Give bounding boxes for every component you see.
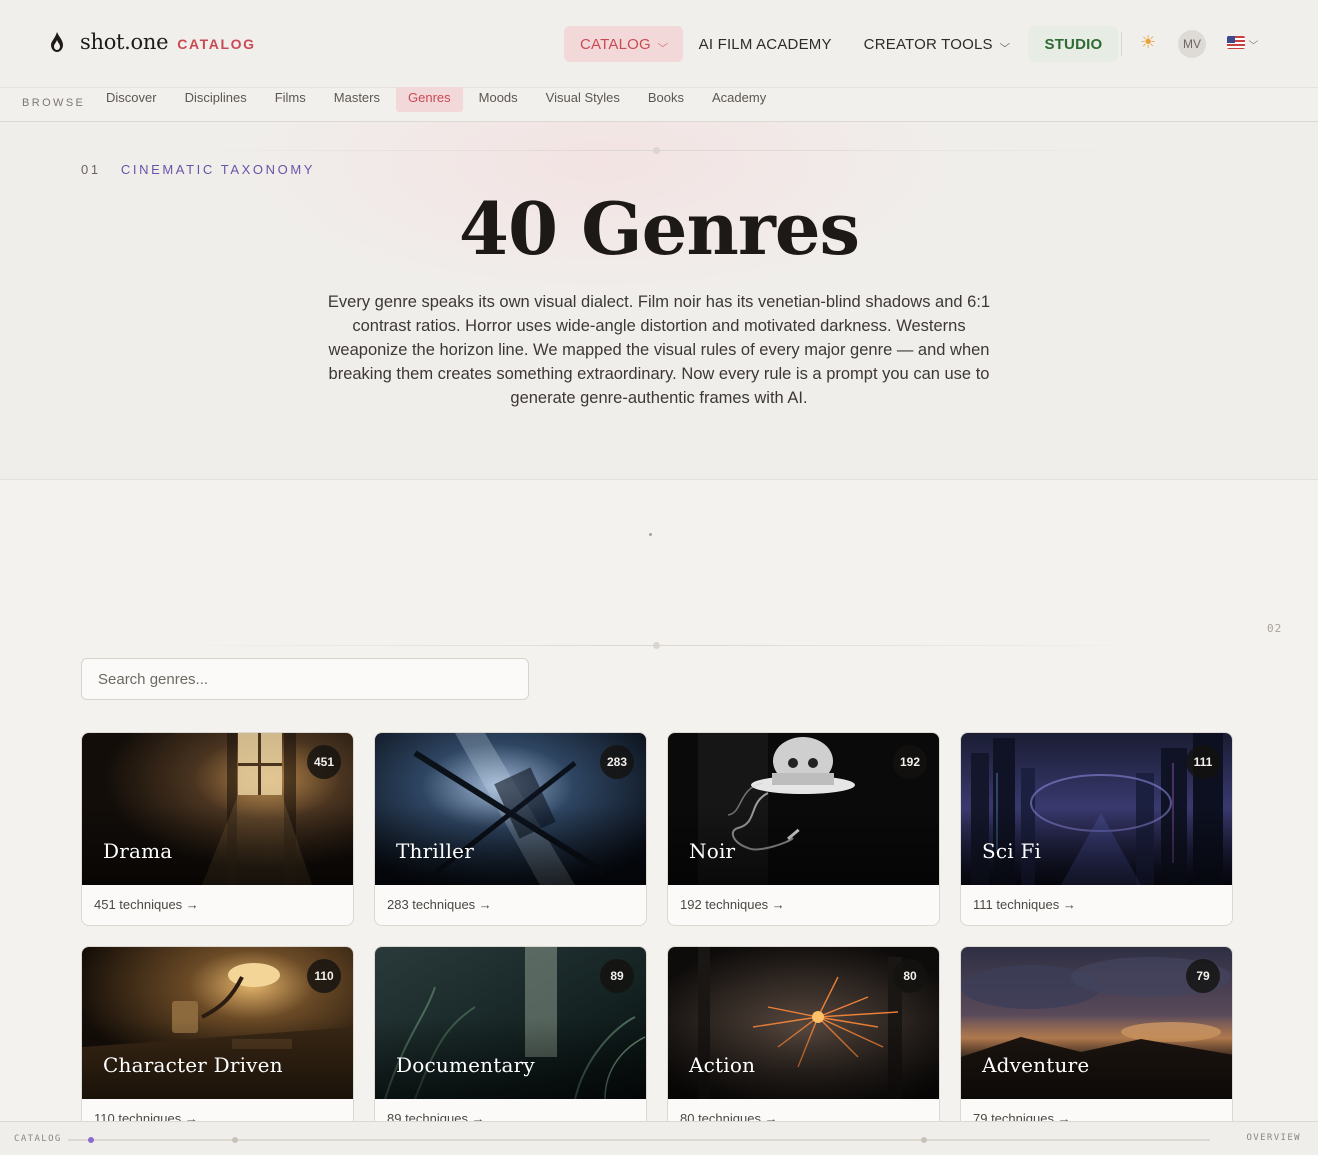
genre-title: Adventure xyxy=(982,1053,1090,1077)
nav-divider xyxy=(1121,32,1122,56)
progress-start-label: CATALOG xyxy=(14,1134,62,1144)
genre-card-adventure[interactable]: Adventure 79 79 techniques → xyxy=(960,946,1233,1140)
section-divider-dot xyxy=(653,642,660,649)
search-genres-field[interactable] xyxy=(81,658,529,700)
genre-title: Documentary xyxy=(396,1053,535,1077)
progress-marker[interactable] xyxy=(921,1137,927,1143)
nav-studio-label: STUDIO xyxy=(1044,35,1103,53)
chevron-down-icon: ⌵ xyxy=(657,38,669,50)
genre-card-action[interactable]: Action 80 80 techniques → xyxy=(667,946,940,1140)
browse-label: BROWSE xyxy=(22,97,86,109)
progress-track[interactable] xyxy=(68,1137,1210,1143)
genre-card-noir[interactable]: Noir 192 192 techniques → xyxy=(667,732,940,926)
genre-count-badge: 110 xyxy=(307,959,341,993)
main-nav: CATALOG ⌵ AI FILM ACADEMY CREATOR TOOLS … xyxy=(564,26,1119,62)
hero-eyebrow-text: CINEMATIC TAXONOMY xyxy=(120,162,316,177)
section-divider xyxy=(160,150,1160,151)
nav-ai-film-academy[interactable]: AI FILM ACADEMY xyxy=(683,26,848,62)
nav-catalog-label: CATALOG xyxy=(580,35,651,53)
genre-count-badge: 283 xyxy=(600,745,634,779)
genre-techniques-link[interactable]: 111 techniques → xyxy=(973,897,1076,912)
decorative-dot xyxy=(649,533,652,536)
genre-techniques-link[interactable]: 451 techniques → xyxy=(94,897,199,912)
genre-title: Action xyxy=(689,1053,756,1077)
sun-icon[interactable]: ☀ xyxy=(1140,32,1156,53)
progress-end-label: OVERVIEW xyxy=(1246,1133,1301,1143)
genre-count-badge: 89 xyxy=(600,959,634,993)
genre-title: Noir xyxy=(689,839,736,863)
genre-count-badge: 111 xyxy=(1186,745,1220,779)
subnav-item-visual-styles[interactable]: Visual Styles xyxy=(534,87,632,112)
nav-catalog[interactable]: CATALOG ⌵ xyxy=(564,26,683,62)
search-input[interactable] xyxy=(82,659,528,699)
chevron-down-icon: ⌵ xyxy=(999,38,1011,50)
progress-marker[interactable] xyxy=(232,1137,238,1143)
nav-ai-film-academy-label: AI FILM ACADEMY xyxy=(698,35,832,53)
genre-techniques-link[interactable]: 192 techniques → xyxy=(680,897,785,912)
subnav-item-moods[interactable]: Moods xyxy=(467,87,530,112)
section-divider-dot xyxy=(653,147,660,154)
chevron-down-icon[interactable]: ⌵ xyxy=(1249,36,1259,47)
genre-title: Character Driven xyxy=(103,1053,283,1077)
avatar[interactable]: MV xyxy=(1178,30,1206,58)
subnav-item-discover[interactable]: Discover xyxy=(94,87,169,112)
genre-count-badge: 80 xyxy=(893,959,927,993)
us-flag-icon[interactable] xyxy=(1227,36,1245,49)
nav-studio-button[interactable]: STUDIO xyxy=(1028,26,1119,62)
genre-card-sci-fi[interactable]: Sci Fi 111 111 techniques → xyxy=(960,732,1233,926)
section-number: 02 xyxy=(1267,622,1283,635)
logo-flame-icon xyxy=(51,32,63,52)
nav-creator-tools[interactable]: CREATOR TOOLS ⌵ xyxy=(848,26,1025,62)
genre-card-drama[interactable]: Drama 451 451 techniques → xyxy=(81,732,354,926)
genre-count-badge: 451 xyxy=(307,745,341,779)
subnav-item-masters[interactable]: Masters xyxy=(322,87,392,112)
top-navigation-bar: shot.one CATALOG CATALOG ⌵ AI FILM ACADE… xyxy=(0,0,1318,88)
subnav-item-books[interactable]: Books xyxy=(636,87,696,112)
genre-count-badge: 192 xyxy=(893,745,927,779)
genre-techniques-link[interactable]: 283 techniques → xyxy=(387,897,492,912)
hero-description: Every genre speaks its own visual dialec… xyxy=(327,293,991,407)
hero-eyebrow: 01 CINEMATIC TAXONOMY xyxy=(81,162,315,177)
nav-creator-tools-label: CREATOR TOOLS xyxy=(863,35,993,53)
genre-title: Drama xyxy=(103,839,173,863)
scroll-progress-bar: CATALOG OVERVIEW xyxy=(0,1121,1318,1155)
brand-name: shot.one xyxy=(80,30,169,54)
genre-title: Thriller xyxy=(396,839,474,863)
subnav-item-genres[interactable]: Genres xyxy=(396,87,463,112)
genre-card-thriller[interactable]: Thriller 283 283 techniques → xyxy=(374,732,647,926)
genre-card-documentary[interactable]: Documentary 89 89 techniques → xyxy=(374,946,647,1140)
brand-section: CATALOG xyxy=(177,35,256,52)
browse-subnav: BROWSE Discover Disciplines Films Master… xyxy=(0,87,1318,122)
subnav-items: Discover Disciplines Films Masters Genre… xyxy=(94,87,782,112)
genre-title: Sci Fi xyxy=(982,839,1042,863)
logo[interactable]: shot.one CATALOG xyxy=(50,30,256,54)
subnav-item-disciplines[interactable]: Disciplines xyxy=(173,87,259,112)
page-title: 40 Genres xyxy=(458,186,860,271)
genre-card-character-driven[interactable]: Character Driven 110 110 techniques → xyxy=(81,946,354,1140)
subnav-item-films[interactable]: Films xyxy=(263,87,318,112)
progress-marker-current[interactable] xyxy=(88,1137,94,1143)
hero-section-number: 01 xyxy=(81,162,101,177)
hero-section: 01 CINEMATIC TAXONOMY 40 Genres Every ge… xyxy=(0,122,1318,480)
section-divider xyxy=(160,645,1160,646)
genre-count-badge: 79 xyxy=(1186,959,1220,993)
subnav-item-academy[interactable]: Academy xyxy=(700,87,778,112)
